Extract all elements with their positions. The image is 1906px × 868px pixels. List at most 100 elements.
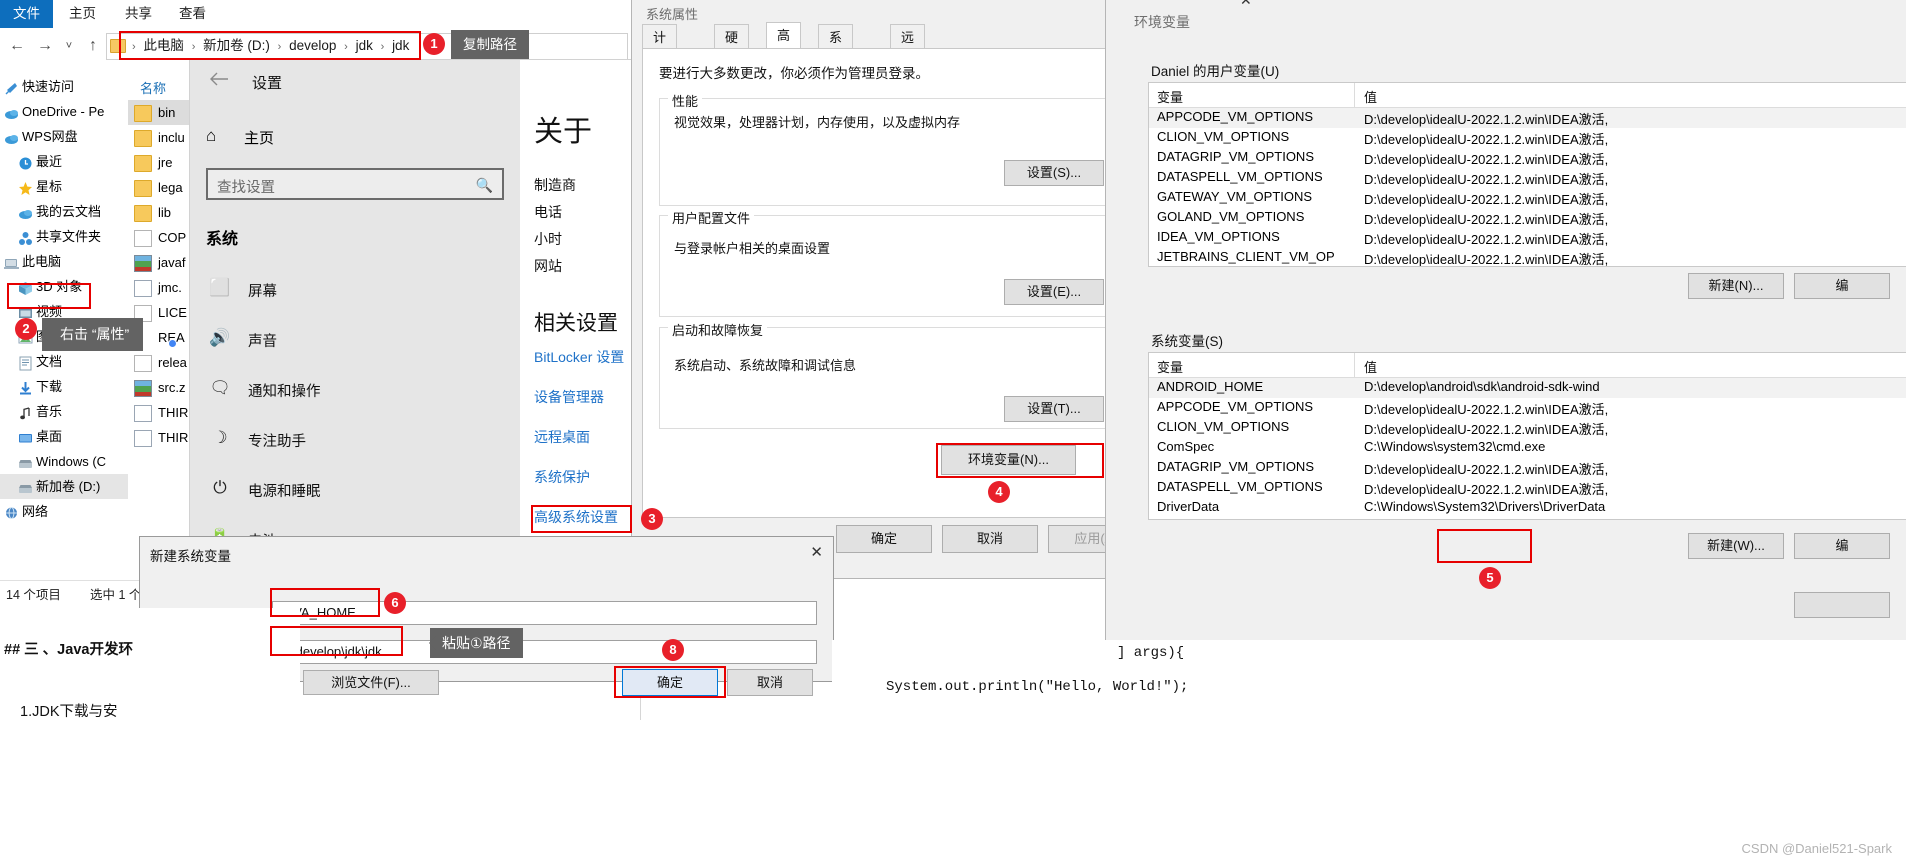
system-var-row[interactable]: GATEWAY_VM_OPTIONS D:\develop\idealU-2022… xyxy=(1149,518,1906,519)
user-var-row[interactable]: JETBRAINS_CLIENT_VM_OP D:\develop\idealU-… xyxy=(1149,248,1906,266)
sidebar-item-5[interactable]: 我的云文档 xyxy=(0,199,128,224)
user-col-value[interactable]: 值 xyxy=(1364,87,1377,106)
sidebar-item-7[interactable]: 此电脑 xyxy=(0,249,128,274)
user-var-row[interactable]: IDEA_VM_OPTIONS D:\develop\idealU-2022.1.… xyxy=(1149,228,1906,248)
sidebar-item-label: 快速访问 xyxy=(22,79,75,94)
new-variable-dialog-title: 新建系统变量 xyxy=(150,549,231,564)
settings-item-0[interactable]: ⬜ 屏幕 xyxy=(204,275,504,313)
settings-home-item[interactable]: ⌂ 主页 xyxy=(206,125,356,155)
system-variables-table[interactable]: 变量 值 ANDROID_HOME D:\develop\android\sdk\… xyxy=(1148,352,1906,520)
sidebar-item-1[interactable]: OneDrive - Pe xyxy=(0,99,128,124)
link-system-protection[interactable]: 系统保护 xyxy=(534,467,590,487)
system-var-row[interactable]: APPCODE_VM_OPTIONS D:\develop\idealU-2022… xyxy=(1149,398,1906,418)
link-remote-desktop[interactable]: 远程桌面 xyxy=(534,427,590,447)
tab-system-protection[interactable]: 系统保护 xyxy=(818,24,854,120)
sidebar-item-14[interactable]: 桌面 xyxy=(0,424,128,449)
system-var-row[interactable]: DriverData C:\Windows\System32\Drivers\Dr… xyxy=(1149,498,1906,518)
tab-remote[interactable]: 远程 xyxy=(890,24,926,70)
system-var-row[interactable]: ComSpec C:\Windows\system32\cmd.exe xyxy=(1149,438,1906,458)
settings-search-input[interactable]: 查找设置 🔍 xyxy=(206,168,504,200)
ribbon-tab-share[interactable]: 共享 xyxy=(112,0,165,28)
monitor-icon: ⬜ xyxy=(209,278,231,297)
sidebar-item-11[interactable]: 文档 xyxy=(0,349,128,374)
recent-dropdown-button[interactable]: ˅ xyxy=(56,28,82,64)
back-arrow-icon[interactable] xyxy=(208,70,230,88)
user-var-row[interactable]: DATAGRIP_VM_OPTIONS D:\develop\idealU-202… xyxy=(1149,148,1906,168)
tab-computer-name[interactable]: 计算机名 xyxy=(642,24,678,120)
settings-item-4[interactable]: ⏻ 电源和睡眠 xyxy=(204,475,504,513)
user-var-row[interactable]: CLION_VM_OPTIONS D:\develop\idealU-2022.1… xyxy=(1149,128,1906,148)
startup-recovery-settings-button[interactable]: 设置(T)... xyxy=(1004,396,1104,422)
up-button[interactable]: ↑ xyxy=(80,28,106,64)
document-icon xyxy=(18,354,33,371)
power-icon: ⏻ xyxy=(213,478,227,497)
forward-button[interactable]: → xyxy=(32,28,58,64)
system-var-name: DATASPELL_VM_OPTIONS xyxy=(1157,479,1323,494)
desktop-icon xyxy=(18,429,33,444)
browse-file-button[interactable]: 浏览文件(F)... xyxy=(303,670,439,695)
file-name: LICE xyxy=(158,305,187,320)
back-button[interactable]: ← xyxy=(4,28,30,64)
system-var-row[interactable]: DATAGRIP_VM_OPTIONS D:\develop\idealU-202… xyxy=(1149,458,1906,478)
settings-item-1[interactable]: 🔊 声音 xyxy=(204,325,504,363)
user-var-row[interactable]: DATASPELL_VM_OPTIONS D:\develop\idealU-20… xyxy=(1149,168,1906,188)
column-divider[interactable] xyxy=(1354,353,1355,377)
user-new-button[interactable]: 新建(N)... xyxy=(1688,273,1784,299)
user-var-name: JETBRAINS_CLIENT_VM_OP xyxy=(1157,249,1335,264)
close-icon[interactable]: ✕ xyxy=(1240,0,1252,9)
system-var-row[interactable]: DATASPELL_VM_OPTIONS D:\develop\idealU-20… xyxy=(1149,478,1906,498)
sidebar-item-13[interactable]: 音乐 xyxy=(0,399,128,424)
system-edit-button[interactable]: 编 xyxy=(1794,533,1890,559)
user-col-variable[interactable]: 变量 xyxy=(1157,87,1183,106)
settings-item-2[interactable]: 🗨 通知和操作 xyxy=(204,375,504,413)
sidebar-item-0[interactable]: 快速访问 xyxy=(0,74,128,99)
system-new-button[interactable]: 新建(W)... xyxy=(1688,533,1784,559)
performance-settings-button[interactable]: 设置(S)... xyxy=(1004,160,1104,186)
sidebar-item-6[interactable]: 共享文件夹 xyxy=(0,224,128,249)
ribbon-tab-home[interactable]: 主页 xyxy=(56,0,109,28)
new-variable-cancel-button[interactable]: 取消 xyxy=(727,669,813,696)
settings-item-label: 声音 xyxy=(248,334,277,350)
system-var-row[interactable]: CLION_VM_OPTIONS D:\develop\idealU-2022.1… xyxy=(1149,418,1906,438)
sidebar-item-label: 下载 xyxy=(36,379,63,394)
user-var-row[interactable]: APPCODE_VM_OPTIONS D:\develop\idealU-2022… xyxy=(1149,108,1906,128)
system-var-row[interactable]: ANDROID_HOME D:\develop\android\sdk\andro… xyxy=(1149,378,1906,398)
sidebar-item-17[interactable]: 网络 xyxy=(0,499,128,524)
sidebar-item-2[interactable]: WPS网盘 xyxy=(0,124,128,149)
code-background: ] args){ System.out.println("Hello, Worl… xyxy=(832,640,1906,868)
browse-file-button-wrap: 浏览文件(F)... xyxy=(303,670,443,695)
user-profile-settings-button[interactable]: 设置(E)... xyxy=(1004,279,1104,305)
column-divider[interactable] xyxy=(1354,83,1355,107)
column-header-name[interactable]: 名称 xyxy=(140,78,166,97)
ribbon-tab-view[interactable]: 查看 xyxy=(166,0,219,28)
sidebar-item-label: 音乐 xyxy=(36,404,63,419)
file-icon xyxy=(134,355,152,372)
settings-home-label: 主页 xyxy=(244,130,275,147)
settings-item-3[interactable]: ☽ 专注助手 xyxy=(204,425,504,463)
sidebar-item-12[interactable]: 下载 xyxy=(0,374,128,399)
link-bitlocker[interactable]: BitLocker 设置 xyxy=(534,347,624,367)
sidebar-item-4[interactable]: 星标 xyxy=(0,174,128,199)
cancel-button[interactable]: 取消 xyxy=(942,525,1038,553)
computer-icon xyxy=(4,254,19,269)
system-col-value[interactable]: 值 xyxy=(1364,357,1377,376)
ok-button[interactable]: 确定 xyxy=(836,525,932,553)
user-edit-button[interactable]: 编 xyxy=(1794,273,1890,299)
badge-1: 1 xyxy=(423,33,445,55)
user-var-row[interactable]: GATEWAY_VM_OPTIONS D:\develop\idealU-2022… xyxy=(1149,188,1906,208)
tab-hardware[interactable]: 硬件 xyxy=(714,24,750,70)
user-var-row[interactable]: GOLAND_VM_OPTIONS D:\develop\idealU-2022.… xyxy=(1149,208,1906,228)
system-col-variable[interactable]: 变量 xyxy=(1157,357,1183,376)
ribbon-tab-file[interactable]: 文件 xyxy=(0,0,53,28)
tab-advanced[interactable]: 高级 xyxy=(766,22,802,68)
right-click-properties-tooltip: 右击 “属性” xyxy=(40,318,144,351)
sidebar-item-15[interactable]: Windows (C xyxy=(0,449,128,474)
sidebar-item-16[interactable]: 新加卷 (D:) xyxy=(0,474,128,499)
link-device-manager[interactable]: 设备管理器 xyxy=(534,387,604,407)
env-ok-button[interactable] xyxy=(1794,592,1890,618)
folder-icon xyxy=(134,180,152,197)
close-icon[interactable]: ✕ xyxy=(810,543,823,561)
share-icon xyxy=(18,229,33,245)
user-variables-table[interactable]: 变量 值 APPCODE_VM_OPTIONS D:\develop\idealU… xyxy=(1148,82,1906,267)
sidebar-item-3[interactable]: 最近 xyxy=(0,149,128,174)
